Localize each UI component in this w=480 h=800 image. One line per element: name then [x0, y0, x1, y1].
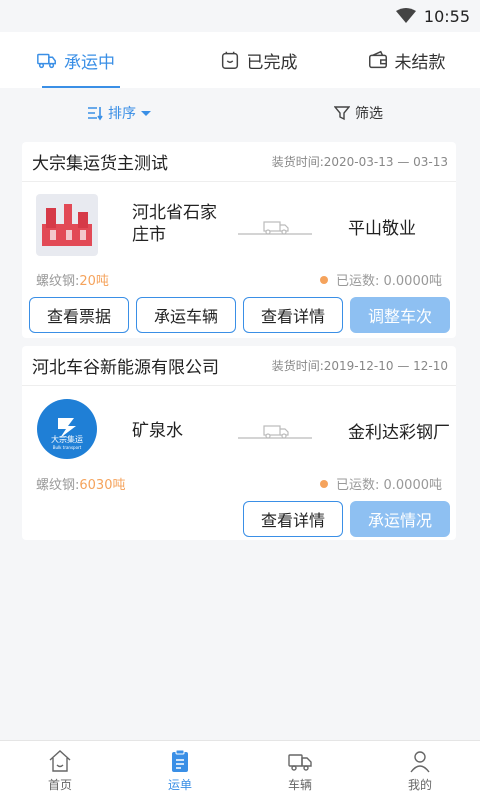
origin: 河北省石家庄市	[132, 203, 217, 245]
goods-qty: 6030吨	[79, 478, 126, 493]
destination: 金利达彩钢厂	[348, 423, 450, 443]
shipped-qty: 已运数: 0.0000吨	[336, 274, 442, 289]
truck-route-icon	[238, 221, 312, 235]
nav-label: 车辆	[287, 778, 312, 792]
origin: 矿泉水	[132, 421, 183, 441]
truck-route-icon	[238, 425, 312, 439]
check-bag-icon	[221, 51, 238, 69]
sort-label: 排序	[108, 106, 136, 122]
sort-filter-bar: 排序 筛选	[0, 88, 480, 138]
truck-icon	[37, 53, 56, 69]
view-receipt-button[interactable]: 查看票据	[29, 297, 129, 333]
goods-image	[36, 194, 98, 256]
sort-button[interactable]: 排序	[86, 103, 151, 123]
nav-home[interactable]: 首页	[0, 741, 120, 800]
status-tabs: 承运中 已完成 未结款	[0, 32, 480, 88]
nav-label: 首页	[47, 778, 72, 792]
logo-subtitle: Bulk transport	[53, 445, 82, 450]
order-actions: 查看票据 承运车辆 查看详情 调整车次	[22, 292, 456, 338]
tab-label: 已完成	[246, 52, 298, 73]
waybill-icon	[172, 749, 188, 772]
adjust-trips-button[interactable]: 调整车次	[350, 297, 450, 333]
goods-info: 螺纹钢:20吨	[36, 270, 109, 289]
nav-label: 运单	[167, 778, 192, 792]
order-meta: 螺纹钢:6030吨 已运数: 0.0000吨	[22, 474, 456, 496]
tab-label: 未结款	[394, 52, 446, 73]
status-bar: 10:55	[0, 0, 480, 32]
nav-profile[interactable]: 我的	[360, 741, 480, 800]
tab-label: 承运中	[64, 52, 115, 73]
load-time: 装货时间:2020-03-13 — 03-13	[271, 155, 448, 169]
tab-in-transit[interactable]: 承运中	[0, 32, 184, 88]
company-name: 大宗集运货主测试	[32, 154, 168, 174]
order-card-header: 大宗集运货主测试 装货时间:2020-03-13 — 03-13	[22, 142, 456, 182]
order-card[interactable]: 河北车谷新能源有限公司 装货时间:2019-12-10 — 12-10 大宗集运…	[22, 346, 456, 540]
filter-label: 筛选	[355, 106, 383, 122]
shipped-qty: 已运数: 0.0000吨	[336, 478, 442, 493]
carrier-status-button[interactable]: 承运情况	[350, 501, 450, 537]
user-icon	[410, 751, 430, 773]
tab-unsettled[interactable]: 未结款	[332, 32, 480, 88]
route: 大宗集运 Bulk transport 矿泉水 金利达彩钢厂	[22, 386, 456, 474]
destination: 平山敬业	[348, 219, 416, 239]
nav-waybill[interactable]: 运单	[120, 741, 240, 800]
home-icon	[49, 750, 71, 772]
sort-icon	[88, 107, 103, 121]
logo-title: 大宗集运	[51, 434, 83, 444]
goods-label: 螺纹钢:	[36, 274, 80, 289]
shipped-info: 已运数: 0.0000吨	[320, 474, 442, 493]
view-details-button[interactable]: 查看详情	[243, 297, 343, 333]
wallet-icon	[368, 50, 387, 69]
nav-vehicles[interactable]: 车辆	[240, 741, 360, 800]
bottom-nav: 首页 运单 车辆 我的	[0, 740, 480, 800]
load-time: 装货时间:2019-12-10 — 12-10	[271, 359, 448, 373]
goods-label: 螺纹钢:	[36, 478, 80, 493]
order-card-header: 河北车谷新能源有限公司 装货时间:2019-12-10 — 12-10	[22, 346, 456, 386]
truck-icon	[288, 754, 312, 771]
goods-qty: 20吨	[79, 274, 109, 289]
status-dot	[320, 479, 328, 488]
carrier-vehicles-button[interactable]: 承运车辆	[136, 297, 236, 333]
goods-info: 螺纹钢:6030吨	[36, 474, 125, 493]
order-actions: 查看详情 承运情况	[22, 496, 456, 542]
status-time: 10:55	[423, 6, 470, 26]
shipped-info: 已运数: 0.0000吨	[320, 270, 442, 289]
route: 河北省石家庄市 平山敬业	[22, 182, 456, 270]
status-dot	[320, 275, 328, 284]
filter-icon	[334, 106, 350, 121]
filter-button[interactable]: 筛选	[334, 103, 383, 123]
order-meta: 螺纹钢:20吨 已运数: 0.0000吨	[22, 270, 456, 292]
company-name: 河北车谷新能源有限公司	[32, 358, 219, 378]
caret-down-icon	[141, 110, 151, 116]
order-card[interactable]: 大宗集运货主测试 装货时间:2020-03-13 — 03-13 河北省石家庄市…	[22, 142, 456, 338]
tab-completed[interactable]: 已完成	[184, 32, 332, 88]
company-logo: 大宗集运 Bulk transport	[36, 398, 98, 460]
nav-label: 我的	[407, 778, 432, 792]
view-details-button[interactable]: 查看详情	[243, 501, 343, 537]
wifi-icon	[395, 8, 416, 23]
